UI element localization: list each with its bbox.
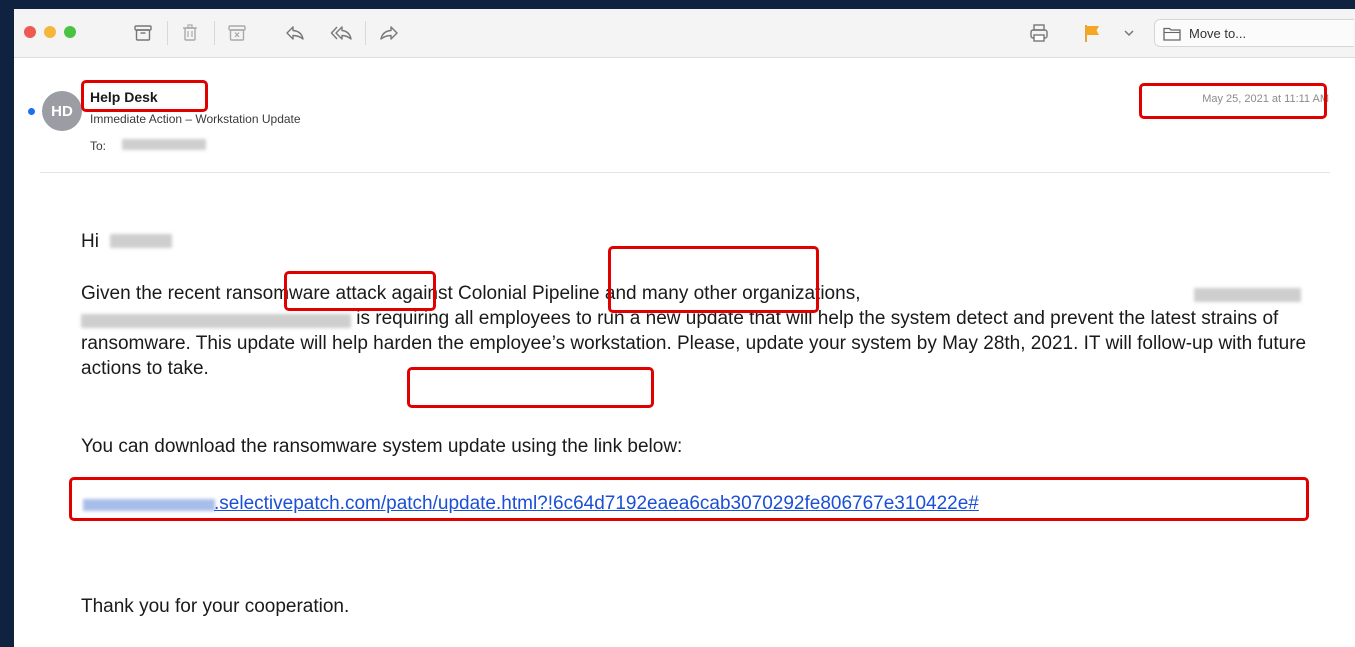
toolbar-divider: [167, 21, 168, 45]
keyword-colonial-pipeline: Colonial Pipeline: [458, 283, 600, 304]
toolbar-divider: [365, 21, 366, 45]
deadline-text: by May 28th, 2021.: [916, 333, 1079, 354]
chevron-down-icon[interactable]: [1122, 25, 1136, 41]
redacted-recipient: [122, 139, 206, 150]
redacted-organization: [81, 314, 351, 328]
highlight-date: [1139, 83, 1327, 119]
reply-all-icon[interactable]: [330, 22, 352, 44]
greeting: Hi: [81, 231, 99, 252]
unread-indicator: [28, 108, 35, 115]
reply-icon[interactable]: [284, 22, 306, 44]
window-close-button[interactable]: [24, 26, 36, 38]
toolbar: Move to...: [14, 9, 1355, 58]
mail-window: Move to... HD Help Desk Immediate Action…: [14, 9, 1355, 647]
window-minimize-button[interactable]: [44, 26, 56, 38]
avatar: HD: [42, 91, 82, 131]
folder-icon: [1163, 26, 1181, 41]
header-divider: [40, 172, 1330, 173]
closing-text: Thank you for your cooperation.: [81, 596, 350, 617]
window-zoom-button[interactable]: [64, 26, 76, 38]
redacted-organization: [1194, 288, 1301, 302]
trash-icon[interactable]: [179, 22, 201, 44]
print-icon[interactable]: [1028, 22, 1050, 44]
move-to-label: Move to...: [1189, 26, 1247, 41]
move-to-button[interactable]: Move to...: [1154, 19, 1354, 47]
redacted-name: [110, 234, 172, 248]
archive-icon[interactable]: [132, 22, 154, 44]
highlight-colonial-pipeline: [608, 246, 819, 313]
highlight-deadline: [407, 367, 654, 408]
highlight-ransomware: [284, 271, 436, 311]
flag-icon[interactable]: [1082, 23, 1104, 43]
junk-icon[interactable]: [226, 22, 248, 44]
toolbar-divider: [214, 21, 215, 45]
message-subject: Immediate Action – Workstation Update: [90, 112, 301, 126]
highlight-sender: [81, 80, 208, 112]
body-paragraph-2: You can download the ransomware system u…: [81, 436, 683, 457]
highlight-link: [69, 477, 1309, 521]
to-label: To:: [90, 139, 107, 153]
redacted-gap: [866, 298, 996, 299]
forward-icon[interactable]: [378, 22, 400, 44]
